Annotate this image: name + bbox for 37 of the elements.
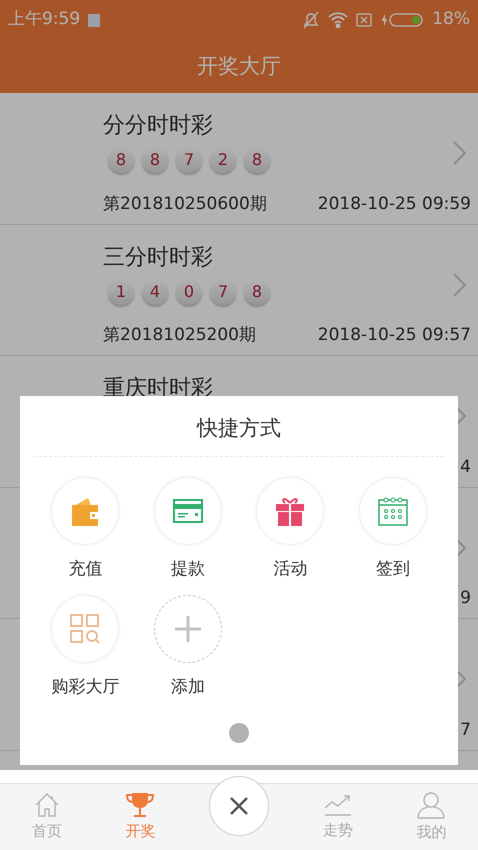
close-icon [229, 796, 249, 816]
lottery-name: 三分时时彩 [103, 244, 214, 272]
shortcut-item[interactable]: 活动 [239, 477, 342, 582]
calendar-icon [378, 496, 408, 526]
draw-time: 9 [460, 587, 471, 610]
grid-search-icon [70, 614, 100, 644]
shortcut-item[interactable]: 购彩大厅 [34, 594, 136, 700]
user-icon [417, 790, 446, 819]
chevron-right-icon [453, 141, 466, 165]
notification-icon [88, 14, 100, 26]
page-title: 开奖大厅 [197, 52, 281, 80]
shortcut-item[interactable]: 提款 [136, 477, 239, 582]
wallet-icon [72, 496, 98, 526]
home-icon [34, 792, 60, 818]
draw-time: 2018-10-25 09:59 [318, 192, 471, 216]
trend-chart-icon [322, 792, 353, 817]
lottery-name: 分分时时彩 [103, 112, 214, 140]
issue-number: 第201810250600期 [103, 192, 267, 216]
status-time: 上午9:59 [8, 8, 80, 32]
draw-time: 7 [460, 718, 471, 742]
trophy-icon [126, 792, 154, 818]
shortcut-item[interactable]: 充值 [34, 477, 136, 582]
plus-icon [174, 614, 202, 642]
sim-icon [356, 12, 372, 28]
shortcut-item[interactable]: 添加 [136, 594, 239, 700]
credit-card-icon [172, 499, 203, 523]
draw-time: 2018-10-25 09:57 [318, 324, 471, 347]
dialog-title: 快捷方式 [197, 415, 281, 442]
battery-icon [380, 12, 424, 28]
gift-icon [276, 496, 304, 526]
wifi-icon [328, 12, 348, 28]
chevron-right-icon [453, 272, 466, 296]
issue-number: 第20181025200期 [103, 324, 256, 347]
battery-percent: 18% [432, 8, 470, 32]
draw-time: 4 [460, 456, 471, 478]
mute-bell-icon [302, 11, 320, 29]
shortcut-item[interactable]: 签到 [342, 477, 444, 582]
